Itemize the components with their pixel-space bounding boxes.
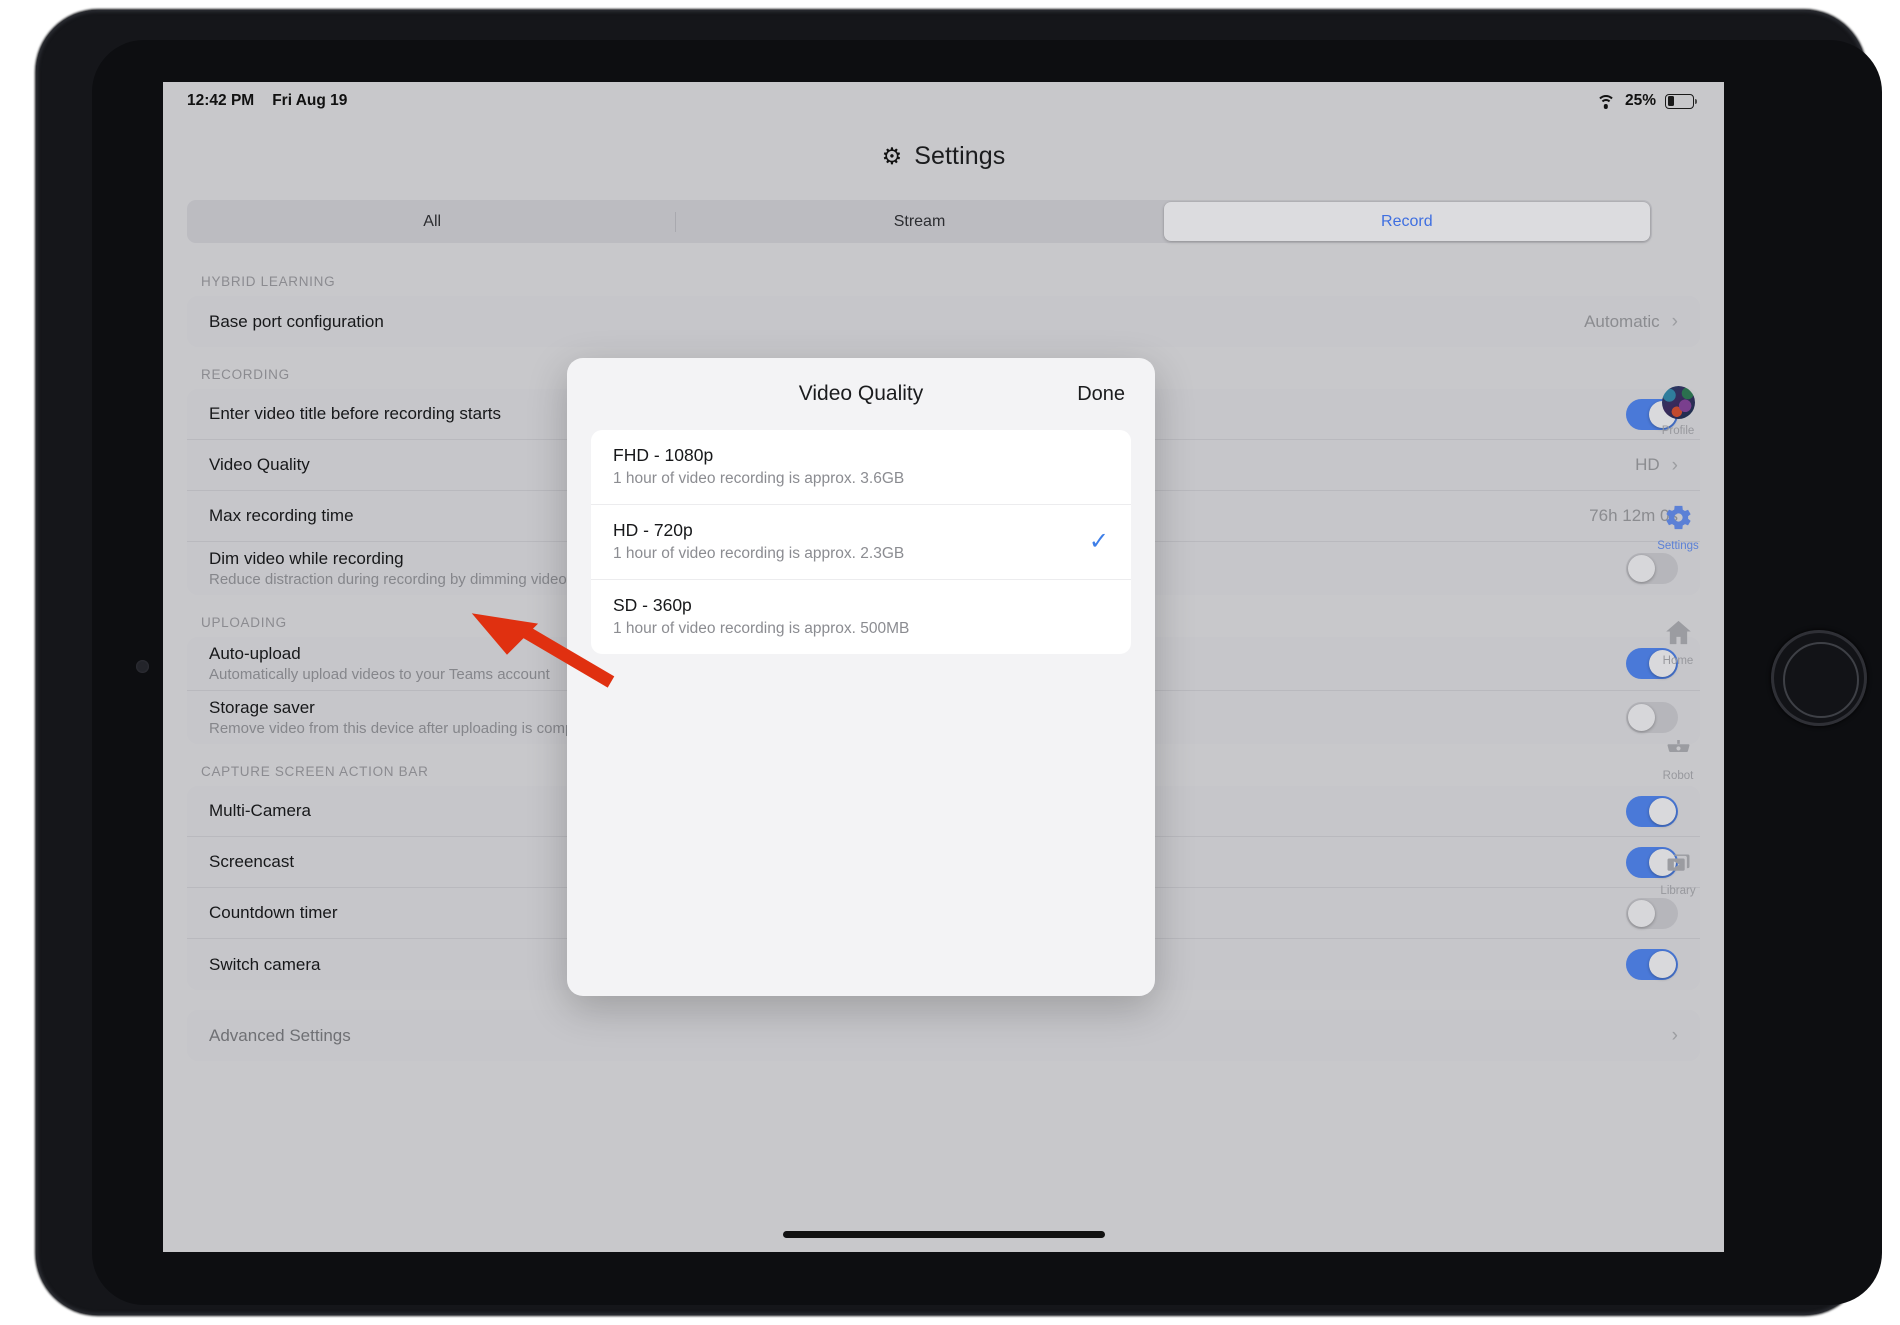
sidebar-item-home[interactable]: Home	[1638, 616, 1718, 667]
row-text: Enter video title before recording start…	[209, 404, 501, 424]
row-text: Base port configuration	[209, 312, 384, 332]
video-quality-modal: Video Quality Done FHD - 1080p 1 hour of …	[567, 358, 1155, 996]
row-label: Advanced Settings	[209, 1025, 351, 1045]
settings-row[interactable]: Advanced Settings ›	[187, 1010, 1700, 1061]
option-title: FHD - 1080p	[613, 445, 714, 465]
status-bar-date: Fri Aug 19	[272, 92, 348, 109]
home-indicator	[782, 1231, 1105, 1238]
sidebar-item-label: Home	[1662, 654, 1694, 667]
tab-record[interactable]: Record	[1163, 202, 1650, 241]
tab-label: Stream	[893, 212, 946, 230]
gear-icon: ⚙	[881, 142, 903, 169]
row-label: Countdown timer	[209, 903, 338, 922]
status-bar: 12:42 PM Fri Aug 19 25%	[163, 82, 1724, 120]
row-label: Multi-Camera	[209, 801, 312, 820]
sidebar-item-settings[interactable]: Settings	[1638, 501, 1718, 552]
row-label: Auto-upload	[209, 644, 301, 663]
status-bar-time: 12:42 PM	[187, 92, 255, 109]
row-text: Video Quality	[209, 455, 310, 475]
segmented-control[interactable]: All Stream Record	[187, 200, 1652, 243]
row-text: Max recording time	[209, 506, 354, 526]
page-title: Settings	[914, 141, 1006, 170]
done-button[interactable]: Done	[1077, 383, 1125, 406]
option-text: FHD - 1080p 1 hour of video recording is …	[613, 445, 904, 488]
sidebar-item-library[interactable]: Library	[1638, 846, 1718, 897]
row-label: Base port configuration	[209, 311, 384, 331]
row-label: Max recording time	[209, 506, 354, 525]
tab-label: All	[423, 212, 442, 230]
page-header: ⚙ Settings	[163, 120, 1724, 192]
row-text: Storage saver Remove video from this devi…	[209, 698, 606, 737]
row-text: Switch camera	[209, 955, 320, 975]
settings-group: Advanced Settings ›	[187, 1010, 1700, 1061]
row-text: Multi-Camera	[209, 801, 311, 821]
sidebar-item-robot[interactable]: Robot	[1638, 731, 1718, 782]
row-subtitle: Reduce distraction during recording by d…	[209, 571, 623, 588]
row-subtitle: Automatically upload videos to your Team…	[209, 666, 550, 683]
home-icon	[1661, 616, 1695, 650]
right-tab-sidebar: Profile Settings Home Robot Library	[1632, 120, 1724, 1252]
option-title: HD - 720p	[613, 520, 693, 540]
section-header: HYBRID LEARNING	[201, 274, 336, 289]
row-label: Enter video title before recording start…	[209, 404, 501, 423]
option-text: HD - 720p 1 hour of video recording is ap…	[613, 520, 904, 563]
video-quality-option-list: FHD - 1080p 1 hour of video recording is …	[591, 430, 1131, 654]
row-label: Dim video while recording	[209, 549, 404, 568]
front-camera-icon	[136, 660, 149, 673]
row-label: Video Quality	[209, 455, 310, 474]
tab-label: Record	[1381, 212, 1433, 230]
option-subtitle: 1 hour of video recording is approx. 2.3…	[613, 545, 905, 562]
option-text: SD - 360p 1 hour of video recording is ap…	[613, 595, 909, 638]
row-label: Screencast	[209, 852, 295, 871]
modal-title: Video Quality	[798, 382, 924, 405]
tablet-screen: 12:42 PM Fri Aug 19 25% ⚙ Settings All St…	[163, 82, 1724, 1252]
row-subtitle: Remove video from this device after uplo…	[209, 720, 606, 737]
option-title: SD - 360p	[613, 595, 692, 615]
home-button[interactable]	[1771, 630, 1867, 726]
wifi-icon	[1596, 94, 1616, 109]
robot-icon	[1661, 731, 1695, 765]
sidebar-item-label: Robot	[1662, 769, 1694, 782]
checkmark-icon: ✓	[1088, 527, 1109, 555]
row-label: Switch camera	[209, 954, 321, 974]
settings-row[interactable]: Base port configuration Automatic ›	[187, 296, 1700, 347]
video-quality-option[interactable]: FHD - 1080p 1 hour of video recording is …	[591, 430, 1131, 505]
row-text: Advanced Settings	[209, 1026, 351, 1046]
gear-icon	[1661, 501, 1695, 535]
tab-stream[interactable]: Stream	[676, 202, 1162, 241]
option-subtitle: 1 hour of video recording is approx. 3.6…	[613, 470, 905, 487]
library-icon	[1661, 846, 1695, 880]
option-subtitle: 1 hour of video recording is approx. 500…	[613, 620, 910, 637]
row-text: Countdown timer	[209, 903, 338, 923]
sidebar-item-label: Profile	[1661, 424, 1695, 437]
settings-group: Base port configuration Automatic ›	[187, 296, 1700, 347]
video-quality-option[interactable]: SD - 360p 1 hour of video recording is ap…	[591, 580, 1131, 654]
modal-header: Video Quality Done	[567, 358, 1155, 430]
video-quality-option[interactable]: HD - 720p 1 hour of video recording is ap…	[591, 505, 1131, 580]
row-text: Dim video while recording Reduce distract…	[209, 549, 623, 588]
battery-percent-label: 25%	[1624, 92, 1656, 109]
avatar-icon	[1661, 386, 1695, 420]
sidebar-item-profile[interactable]: Profile	[1638, 386, 1718, 437]
row-label: Storage saver	[209, 698, 315, 717]
sidebar-item-label: Library	[1660, 884, 1696, 897]
tab-all[interactable]: All	[189, 202, 675, 241]
battery-icon	[1665, 93, 1698, 109]
avatar	[1661, 386, 1695, 419]
row-text: Auto-upload Automatically upload videos t…	[209, 644, 550, 683]
screenshot-photo: 12:42 PM Fri Aug 19 25% ⚙ Settings All St…	[0, 0, 1900, 1325]
row-text: Screencast	[209, 852, 294, 872]
sidebar-item-label: Settings	[1657, 539, 1699, 552]
